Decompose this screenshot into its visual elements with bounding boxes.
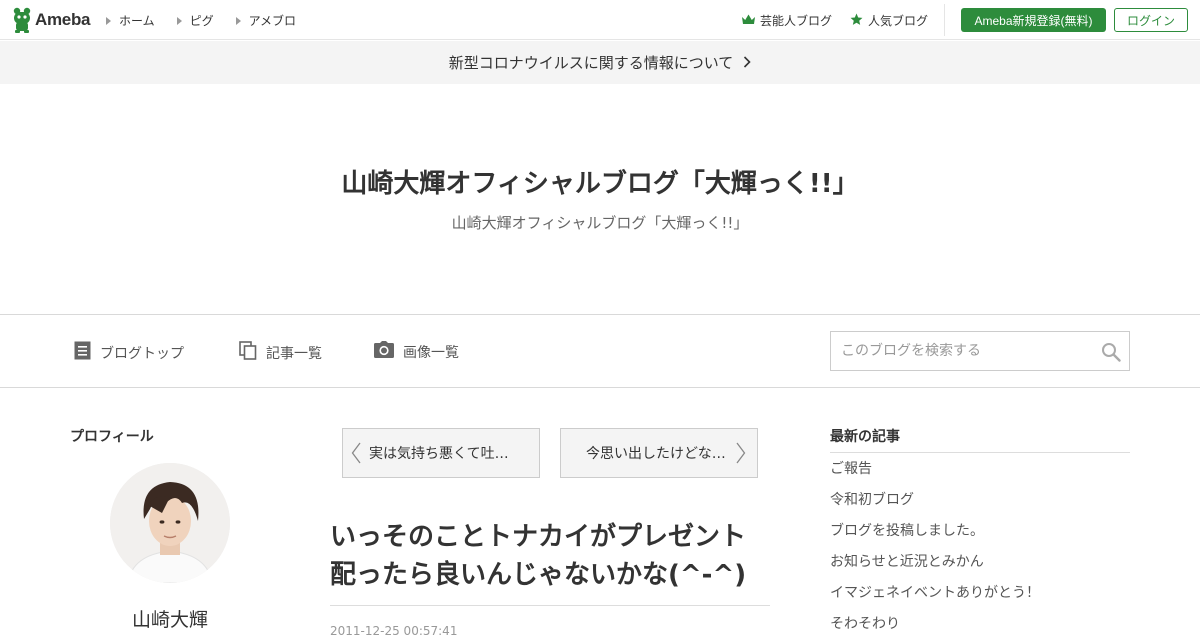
next-article-link[interactable]: 今思い出したけどな… <box>560 428 758 478</box>
latest-item[interactable]: イマジェネイベントありがとう！ <box>830 585 1040 601</box>
nav-blog-top[interactable]: ブログトップ <box>74 341 184 364</box>
blog-search <box>830 331 1130 371</box>
profile-heading: プロフィール <box>70 429 154 445</box>
ameba-mascot-icon <box>12 7 32 33</box>
latest-item[interactable]: お知らせと近況とみかん <box>830 554 984 570</box>
nav-blog-top-label: ブログトップ <box>100 345 184 362</box>
latest-item[interactable]: ブログを投稿しました。 <box>830 523 984 539</box>
nav-pigg[interactable]: ピグ <box>176 12 214 29</box>
triangle-right-icon <box>235 16 241 25</box>
nav-image-list[interactable]: 画像一覧 <box>374 341 459 362</box>
crown-icon <box>742 14 755 28</box>
register-button[interactable]: Ameba新規登録(無料) <box>961 8 1106 32</box>
prev-article-title: 実は気持ち悪くて吐… <box>369 446 509 462</box>
nav-image-list-label: 画像一覧 <box>403 344 459 361</box>
latest-item[interactable]: ご報告 <box>830 461 872 477</box>
nav-home-label: ホーム <box>119 14 155 28</box>
nav-ameblo[interactable]: アメブロ <box>235 12 297 29</box>
nav-ameblo-label: アメブロ <box>248 14 297 28</box>
header-divider <box>944 4 945 36</box>
next-article-title: 今思い出したけどな… <box>586 446 726 462</box>
triangle-right-icon <box>176 16 182 25</box>
logo-text: Ameba <box>35 10 91 29</box>
global-nav: ホーム ピグ アメブロ <box>106 12 296 29</box>
ameba-logo[interactable]: Ameba <box>12 7 90 33</box>
document-icon <box>74 341 91 364</box>
divider <box>330 605 770 606</box>
covid-notice-link[interactable]: 新型コロナウイルスに関する情報について <box>0 41 1200 84</box>
prev-article-link[interactable]: 実は気持ち悪くて吐… <box>342 428 540 478</box>
celebrity-blog-label: 芸能人ブログ <box>760 14 833 28</box>
triangle-right-icon <box>106 16 111 25</box>
latest-list: ご報告 令和初ブログ ブログを投稿しました。 お知らせと近況とみかん イマジェネ… <box>830 458 1040 644</box>
divider <box>830 452 1130 453</box>
nav-article-list[interactable]: 記事一覧 <box>239 341 322 364</box>
chevron-right-icon <box>743 54 751 72</box>
celebrity-blog-link[interactable]: 芸能人ブログ <box>742 12 832 29</box>
copy-icon <box>239 341 257 364</box>
latest-heading: 最新の記事 <box>830 429 900 445</box>
nav-article-list-label: 記事一覧 <box>266 345 322 362</box>
nav-pigg-label: ピグ <box>189 14 214 28</box>
chevron-left-icon <box>343 442 369 464</box>
avatar[interactable] <box>110 463 230 583</box>
notice-text: 新型コロナウイルスに関する情報について <box>448 54 734 72</box>
article-title[interactable]: いっそのことトナカイがプレゼント配ったら良いんじゃないかな(^-^) <box>330 518 770 594</box>
login-button[interactable]: ログイン <box>1114 8 1188 32</box>
profile-name[interactable]: 山崎大輝 <box>110 605 230 632</box>
blog-title[interactable]: 山崎大輝オフィシャルブログ「大輝っく!!」 <box>0 163 1200 200</box>
article-date: 2011-12-25 00:57:41 <box>330 624 458 638</box>
camera-icon <box>374 341 394 362</box>
latest-item[interactable]: 令和初ブログ <box>830 492 914 508</box>
blog-nav: ブログトップ 記事一覧 画像一覧 <box>0 314 1200 388</box>
nav-home[interactable]: ホーム <box>106 12 155 29</box>
star-icon <box>850 13 863 29</box>
global-header: Ameba ホーム ピグ アメブロ 芸能人ブログ 人気ブログ Ameba新規登録… <box>0 0 1200 40</box>
popular-blog-link[interactable]: 人気ブログ <box>850 12 928 29</box>
popular-blog-label: 人気ブログ <box>868 14 929 28</box>
chevron-right-icon <box>728 442 754 464</box>
search-icon[interactable] <box>1101 342 1121 362</box>
search-input[interactable] <box>831 332 1093 370</box>
blog-description: 山崎大輝オフィシャルブログ「大輝っく!!」 <box>451 214 749 232</box>
